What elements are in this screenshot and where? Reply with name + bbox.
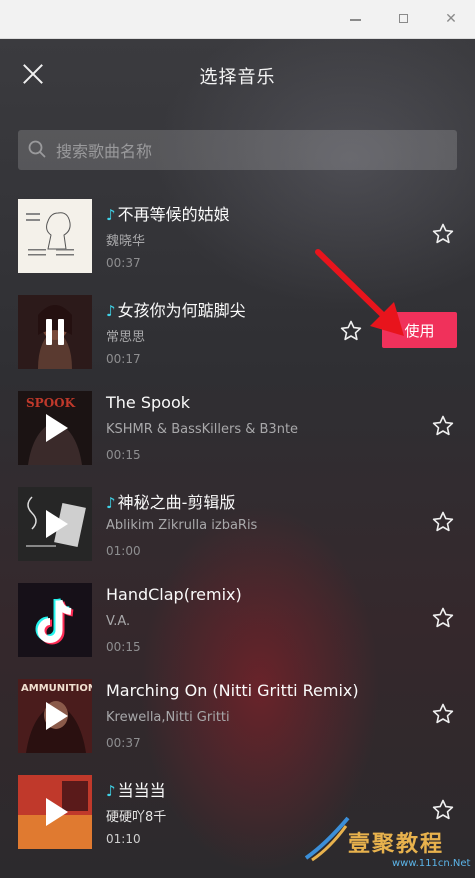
maximize-button[interactable]	[394, 9, 414, 29]
song-artist: Krewella,Nitti Gritti	[106, 710, 230, 725]
song-artist: 魏晓华	[106, 234, 146, 249]
song-title-text: HandClap(remix)	[106, 585, 242, 604]
watermark-url: www.111cn.Net	[392, 858, 471, 869]
song-title: The Spook	[106, 393, 190, 412]
favorite-star-icon[interactable]	[431, 702, 455, 726]
window-titlebar: ✕	[0, 0, 475, 39]
song-cover[interactable]: AMMUNITION	[18, 679, 92, 753]
music-note-icon: ♪	[106, 782, 116, 800]
song-title: Marching On (Nitti Gritti Remix)	[106, 681, 359, 700]
search-bar[interactable]	[18, 130, 457, 172]
minimize-button[interactable]	[346, 9, 366, 29]
music-note-icon: ♪	[106, 494, 116, 512]
favorite-star-icon[interactable]	[431, 606, 455, 630]
svg-text:SPOOK: SPOOK	[26, 396, 76, 410]
song-duration: 00:15	[106, 448, 141, 462]
song-row[interactable]: ♪ 神秘之曲-剪辑版 Ablikim Zikrulla izbaRis 01:00	[0, 477, 475, 573]
play-icon[interactable]	[46, 798, 68, 826]
song-title: ♪ 女孩你为何踮脚尖	[106, 297, 246, 321]
favorite-star-icon[interactable]	[431, 510, 455, 534]
song-cover[interactable]	[18, 295, 92, 369]
svg-text:AMMUNITION: AMMUNITION	[21, 683, 92, 694]
song-title: ♪ 当当当	[106, 777, 166, 801]
page-title: 选择音乐	[199, 67, 276, 88]
tiktok-logo	[18, 583, 92, 657]
song-cover[interactable]	[18, 487, 92, 561]
song-title-text: 神秘之曲-剪辑版	[117, 493, 236, 512]
song-duration: 00:37	[106, 256, 141, 270]
song-artist: KSHMR & BassKillers & B3nte	[106, 422, 299, 437]
song-row[interactable]: ♪ 不再等候的姑娘 魏晓华 00:37	[0, 189, 475, 285]
song-title: HandClap(remix)	[106, 585, 242, 604]
song-title-text: 不再等候的姑娘	[117, 205, 230, 224]
song-row[interactable]: SPOOK The Spook KSHMR & BassKillers & B3…	[0, 381, 475, 477]
use-button[interactable]: 使用	[382, 312, 457, 348]
favorite-star-icon[interactable]	[431, 414, 455, 438]
favorite-star-icon[interactable]	[431, 222, 455, 246]
song-duration: 01:10	[106, 832, 141, 846]
song-cover[interactable]	[18, 583, 92, 657]
song-title: ♪ 不再等候的姑娘	[106, 201, 230, 225]
music-note-icon: ♪	[106, 206, 116, 224]
music-picker: 选择音乐 ♪不再等候的姑娘 魏晓华	[0, 39, 475, 878]
song-row[interactable]: AMMUNITION Marching On (Nitti Gritti Rem…	[0, 669, 475, 765]
song-duration: 00:37	[106, 736, 141, 750]
watermark-text: 壹聚教程	[348, 832, 445, 857]
play-icon[interactable]	[46, 510, 68, 538]
song-title-text: Marching On (Nitti Gritti Remix)	[106, 681, 359, 700]
song-title-text: 女孩你为何踮脚尖	[117, 301, 246, 320]
song-artist: V.A.	[106, 614, 131, 629]
song-duration: 00:17	[106, 352, 141, 366]
song-title: ♪ 神秘之曲-剪辑版	[106, 489, 235, 513]
song-duration: 00:15	[106, 640, 141, 654]
play-icon[interactable]	[46, 702, 68, 730]
pause-icon[interactable]	[44, 319, 66, 345]
song-row[interactable]: ♪ 女孩你为何踮脚尖 常思思 00:17 使用	[0, 285, 475, 381]
play-icon[interactable]	[46, 414, 68, 442]
album-art	[18, 199, 92, 273]
song-artist: 硬硬吖8千	[106, 810, 167, 825]
song-artist: 常思思	[106, 330, 146, 345]
song-cover[interactable]: SPOOK	[18, 391, 92, 465]
music-note-icon: ♪	[106, 302, 116, 320]
watermark-swoosh-icon	[304, 816, 350, 862]
song-duration: 01:00	[106, 544, 141, 558]
song-artist: Ablikim Zikrulla izbaRis	[106, 518, 258, 533]
song-title-text: 当当当	[117, 781, 166, 800]
song-cover[interactable]	[18, 199, 92, 273]
search-input[interactable]	[54, 130, 448, 172]
song-title-text: The Spook	[106, 393, 190, 412]
window-close-button[interactable]: ✕	[441, 9, 461, 29]
favorite-star-icon[interactable]	[339, 319, 363, 343]
song-row[interactable]: HandClap(remix) V.A. 00:15	[0, 573, 475, 669]
search-icon	[28, 140, 46, 158]
watermark-logo: 壹聚教程 www.111cn.Net	[300, 806, 475, 878]
song-cover[interactable]	[18, 775, 92, 849]
